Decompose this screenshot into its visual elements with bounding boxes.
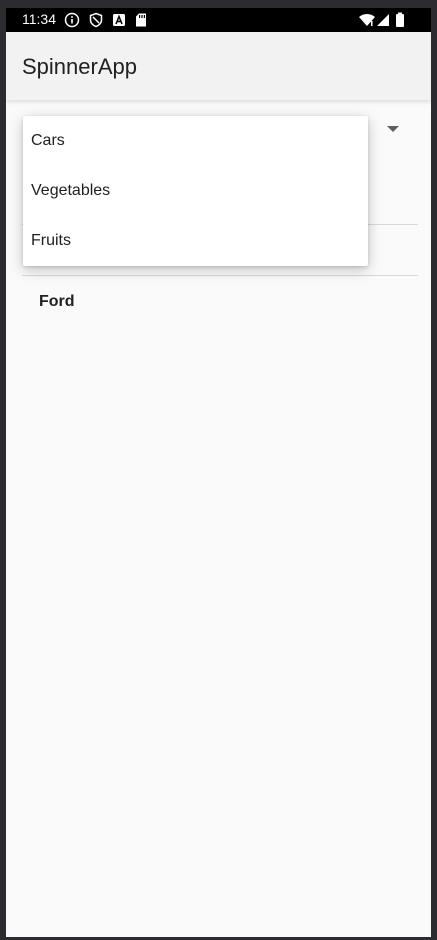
battery-icon bbox=[395, 12, 405, 33]
dropdown-arrow-icon[interactable] bbox=[387, 126, 399, 132]
shield-icon bbox=[88, 12, 104, 33]
dropdown-item-fruits[interactable]: Fruits bbox=[23, 216, 368, 266]
a-icon bbox=[112, 12, 126, 33]
signal-icon bbox=[376, 12, 390, 33]
dropdown-item-cars[interactable]: Cars bbox=[23, 116, 368, 166]
phone-screen: 11:34 SpinnerApp Ford Cars Vegetables Fr… bbox=[6, 8, 431, 937]
status-bar: 11:34 bbox=[6, 8, 431, 32]
status-time: 11:34 bbox=[22, 11, 56, 27]
selected-item-label: Ford bbox=[39, 293, 75, 310]
app-bar: SpinnerApp bbox=[6, 32, 431, 100]
app-title: SpinnerApp bbox=[22, 54, 137, 79]
spinner-dropdown-menu: Cars Vegetables Fruits bbox=[23, 116, 368, 266]
sd-card-icon bbox=[134, 12, 148, 33]
dropdown-item-vegetables[interactable]: Vegetables bbox=[23, 166, 368, 216]
info-icon bbox=[64, 12, 80, 33]
wifi-icon bbox=[358, 12, 376, 33]
divider bbox=[22, 275, 418, 276]
